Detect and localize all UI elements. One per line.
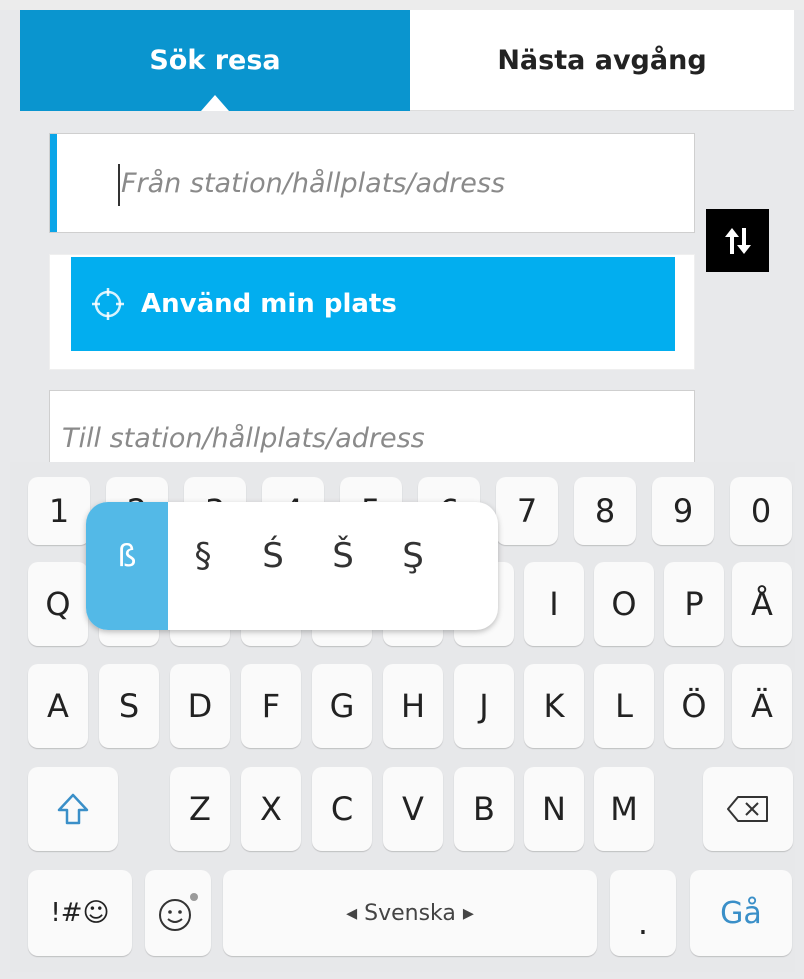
key-v[interactable]: V: [383, 767, 443, 851]
backspace-key[interactable]: [703, 767, 793, 851]
space-key[interactable]: ◂ Svenska ▸: [223, 870, 597, 956]
key-7[interactable]: 7: [496, 477, 558, 545]
key-n[interactable]: N: [524, 767, 584, 851]
popup-option-s-cedilla[interactable]: Ş: [378, 502, 448, 630]
key-h[interactable]: H: [383, 664, 443, 748]
key-q[interactable]: Q: [28, 562, 88, 646]
use-location-label: Använd min plats: [141, 289, 397, 319]
from-placeholder: Från station/hållplats/adress: [121, 167, 506, 199]
backspace-icon: [727, 796, 768, 822]
to-placeholder: Till station/hållplats/adress: [62, 423, 425, 454]
go-key[interactable]: Gå: [690, 870, 792, 956]
key-1[interactable]: 1: [28, 477, 90, 545]
key-a-ring[interactable]: Å: [732, 562, 792, 646]
key-j[interactable]: J: [454, 664, 514, 748]
tab-label: Nästa avgång: [497, 44, 707, 76]
crosshair-icon: [92, 288, 124, 320]
key-m[interactable]: M: [594, 767, 654, 851]
from-input[interactable]: Från station/hållplats/adress: [49, 133, 695, 233]
swap-arrows-icon: [724, 227, 751, 254]
period-key[interactable]: .: [610, 870, 676, 956]
key-d[interactable]: D: [170, 664, 230, 748]
text-caret: [118, 164, 120, 206]
key-k[interactable]: K: [524, 664, 584, 748]
tab-bar: Sök resa Nästa avgång: [20, 10, 794, 111]
key-f[interactable]: F: [241, 664, 301, 748]
key-8[interactable]: 8: [574, 477, 636, 545]
key-i[interactable]: I: [524, 562, 584, 646]
key-0[interactable]: 0: [730, 477, 792, 545]
shift-icon: [57, 793, 89, 825]
symbols-key[interactable]: !#☺: [28, 870, 132, 956]
popup-option-s-acute[interactable]: Ś: [238, 502, 308, 630]
popup-option-section[interactable]: §: [168, 502, 238, 630]
location-panel: Använd min plats: [49, 254, 695, 370]
active-tab-indicator: [201, 95, 229, 111]
swap-button[interactable]: [706, 209, 769, 272]
key-b[interactable]: B: [454, 767, 514, 851]
use-location-button[interactable]: Använd min plats: [71, 257, 675, 351]
key-z[interactable]: Z: [170, 767, 230, 851]
tab-nasta-avgang[interactable]: Nästa avgång: [410, 10, 794, 111]
popup-option-eszett[interactable]: ß: [86, 502, 168, 630]
key-l[interactable]: L: [594, 664, 654, 748]
key-c[interactable]: C: [312, 767, 372, 851]
key-9[interactable]: 9: [652, 477, 714, 545]
key-x[interactable]: X: [241, 767, 301, 851]
key-a-umlaut[interactable]: Ä: [732, 664, 792, 748]
key-a[interactable]: A: [28, 664, 88, 748]
key-s[interactable]: S: [99, 664, 159, 748]
shift-key[interactable]: [28, 767, 118, 851]
status-gap: [0, 0, 804, 10]
key-g[interactable]: G: [312, 664, 372, 748]
to-input[interactable]: Till station/hållplats/adress: [49, 390, 695, 470]
accent-popup: ß § Ś Š Ş: [86, 502, 498, 630]
tab-sok-resa[interactable]: Sök resa: [20, 10, 410, 111]
emoji-key[interactable]: [145, 870, 211, 956]
focus-indicator: [50, 134, 57, 232]
key-p[interactable]: P: [664, 562, 724, 646]
smiley-icon: [159, 893, 198, 931]
key-o-umlaut[interactable]: Ö: [664, 664, 724, 748]
tab-label: Sök resa: [149, 45, 281, 76]
key-o[interactable]: O: [594, 562, 654, 646]
popup-option-s-caron[interactable]: Š: [308, 502, 378, 630]
